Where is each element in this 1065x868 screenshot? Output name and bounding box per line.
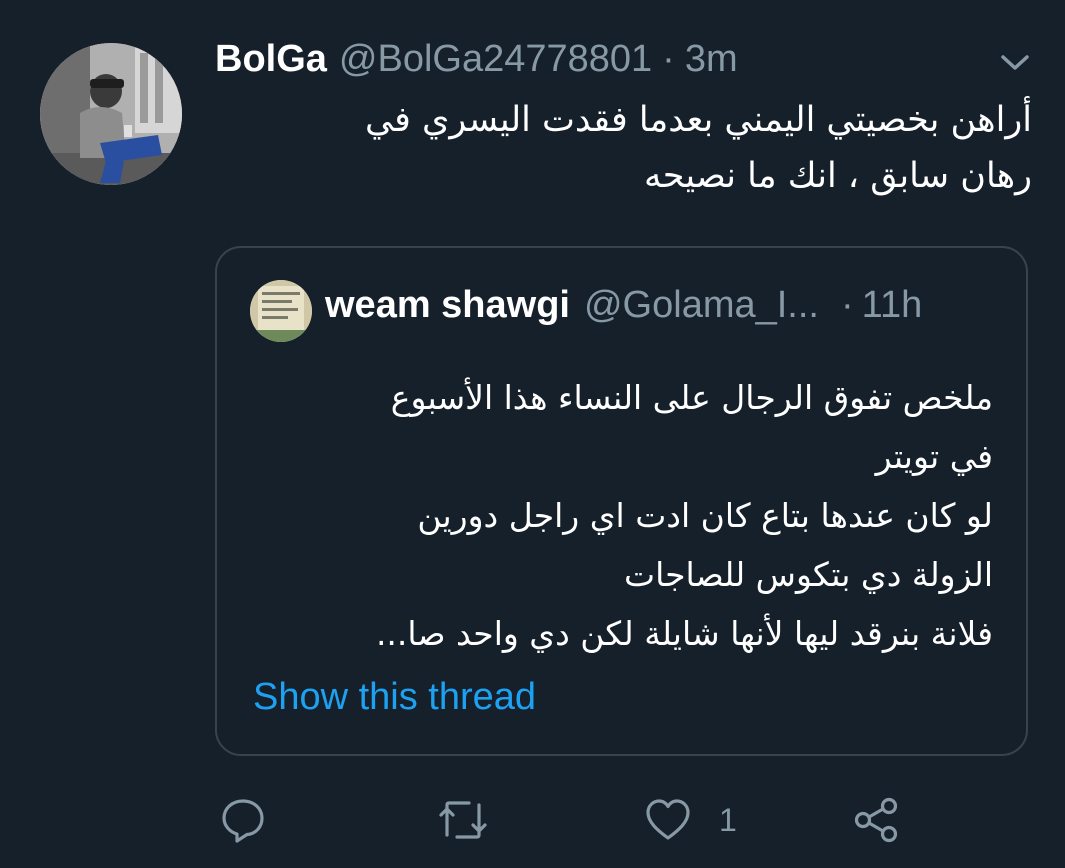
quoted-avatar-photo xyxy=(250,280,312,342)
author-handle[interactable]: @BolGa24778801 xyxy=(339,38,652,81)
share-icon xyxy=(852,795,902,845)
tweet[interactable]: BolGa @BolGa24778801 · 3m أراهن بخصيتي ا… xyxy=(0,0,1065,868)
heart-icon xyxy=(643,795,693,845)
tweet-actions: 1 xyxy=(0,790,1065,850)
like-count: 1 xyxy=(719,801,737,838)
reply-icon xyxy=(218,795,268,845)
quoted-author-avatar[interactable] xyxy=(250,280,312,342)
chevron-down-icon[interactable] xyxy=(998,48,1032,76)
avatar-photo xyxy=(40,43,182,185)
share-button[interactable] xyxy=(852,790,902,850)
author-avatar[interactable] xyxy=(40,43,182,185)
reply-button[interactable] xyxy=(218,790,268,850)
tweet-text: أراهن بخصيتي اليمني بعدما فقدت اليسري في… xyxy=(364,100,1032,196)
quoted-tweet-timestamp[interactable]: 11h xyxy=(862,284,923,327)
quoted-author-handle[interactable]: @Golama_I... xyxy=(584,284,819,327)
quoted-author-name[interactable]: weam shawgi xyxy=(325,284,570,327)
quoted-tweet-text: ملخص تفوق الرجال على النساء هذا الأسبوع … xyxy=(375,378,993,653)
author-name[interactable]: BolGa xyxy=(215,38,327,81)
separator-dot: · xyxy=(662,38,675,80)
like-button[interactable]: 1 xyxy=(643,790,737,850)
tweet-header: BolGa @BolGa24778801 · 3m xyxy=(215,38,738,86)
tweet-timestamp[interactable]: 3m xyxy=(685,38,738,81)
quoted-separator-dot: · xyxy=(840,284,854,326)
show-thread-link[interactable]: Show this thread xyxy=(253,676,536,719)
quoted-tweet-header: weam shawgi @Golama_I... · 11h xyxy=(325,284,922,327)
quoted-tweet[interactable]: weam shawgi @Golama_I... · 11h ملخص تفوق… xyxy=(215,246,1028,756)
retweet-icon xyxy=(437,795,489,845)
retweet-button[interactable] xyxy=(437,790,489,850)
